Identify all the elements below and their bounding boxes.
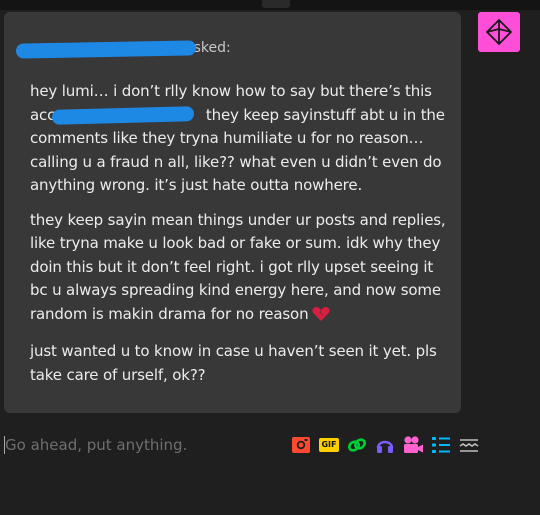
paragraph-2: they keep sayin mean things under ur pos… xyxy=(30,209,450,330)
reply-input[interactable]: Go ahead, put anything. xyxy=(5,436,187,454)
ask-body: hey lumi… i don’t rlly know how to say b… xyxy=(30,80,450,398)
top-bar xyxy=(0,0,540,10)
text-line: doin this but it don’t feel right. i got… xyxy=(30,257,434,276)
gif-button[interactable]: GIF xyxy=(318,434,340,456)
text-line: random is makin drama for no reason xyxy=(30,303,450,330)
gif-icon: GIF xyxy=(319,438,339,452)
text-line: anything wrong. it’s just hate outta now… xyxy=(30,176,363,194)
paragraph-1: hey lumi… i don’t rlly know how to say b… xyxy=(30,80,450,198)
ask-bubble: asked: hey lumi… i don’t rlly know how t… xyxy=(4,12,461,413)
text-line: bc u always spreading kind energy here, … xyxy=(30,281,441,299)
link-icon xyxy=(348,438,366,452)
photo-icon xyxy=(292,437,310,453)
list-button[interactable] xyxy=(430,434,452,456)
reply-composer: Go ahead, put anything. GIF xyxy=(0,427,540,463)
photo-button[interactable] xyxy=(290,434,312,456)
audio-icon xyxy=(376,440,394,453)
paragraph-3: just wanted u to know in case u haven’t … xyxy=(30,340,450,387)
video-icon xyxy=(404,436,423,453)
top-tab[interactable] xyxy=(262,0,290,8)
list-icon xyxy=(432,437,450,453)
broken-heart-icon xyxy=(312,306,330,330)
text-line: hey lumi… i don’t rlly know how to say b… xyxy=(30,82,432,100)
text-fragment: they keep sayinstuff abt u in the xyxy=(201,105,445,124)
asker-avatar[interactable] xyxy=(478,12,520,52)
post-tools: GIF xyxy=(290,433,480,457)
video-button[interactable] xyxy=(402,434,424,456)
text-line: take care of urself, ok?? xyxy=(30,365,206,384)
text-line: just wanted u to know in case u haven’t … xyxy=(30,342,437,360)
text-line: like tryna make u look bad or fake or su… xyxy=(30,234,441,252)
cube-logo-icon xyxy=(486,19,512,45)
text-line: they keep sayin mean things under ur pos… xyxy=(30,210,446,229)
text-fragment: random is makin drama for no reason xyxy=(30,304,309,323)
page: asked: hey lumi… i don’t rlly know how t… xyxy=(0,0,540,515)
link-button[interactable] xyxy=(346,434,368,456)
audio-button[interactable] xyxy=(374,434,396,456)
read-more-button[interactable] xyxy=(458,434,480,456)
text-line: calling u a fraud n all, like?? what eve… xyxy=(30,152,442,171)
read-more-icon xyxy=(459,439,479,452)
text-line: comments like they tryna humiliate u for… xyxy=(30,129,424,147)
redacted-asker-name xyxy=(15,40,197,59)
